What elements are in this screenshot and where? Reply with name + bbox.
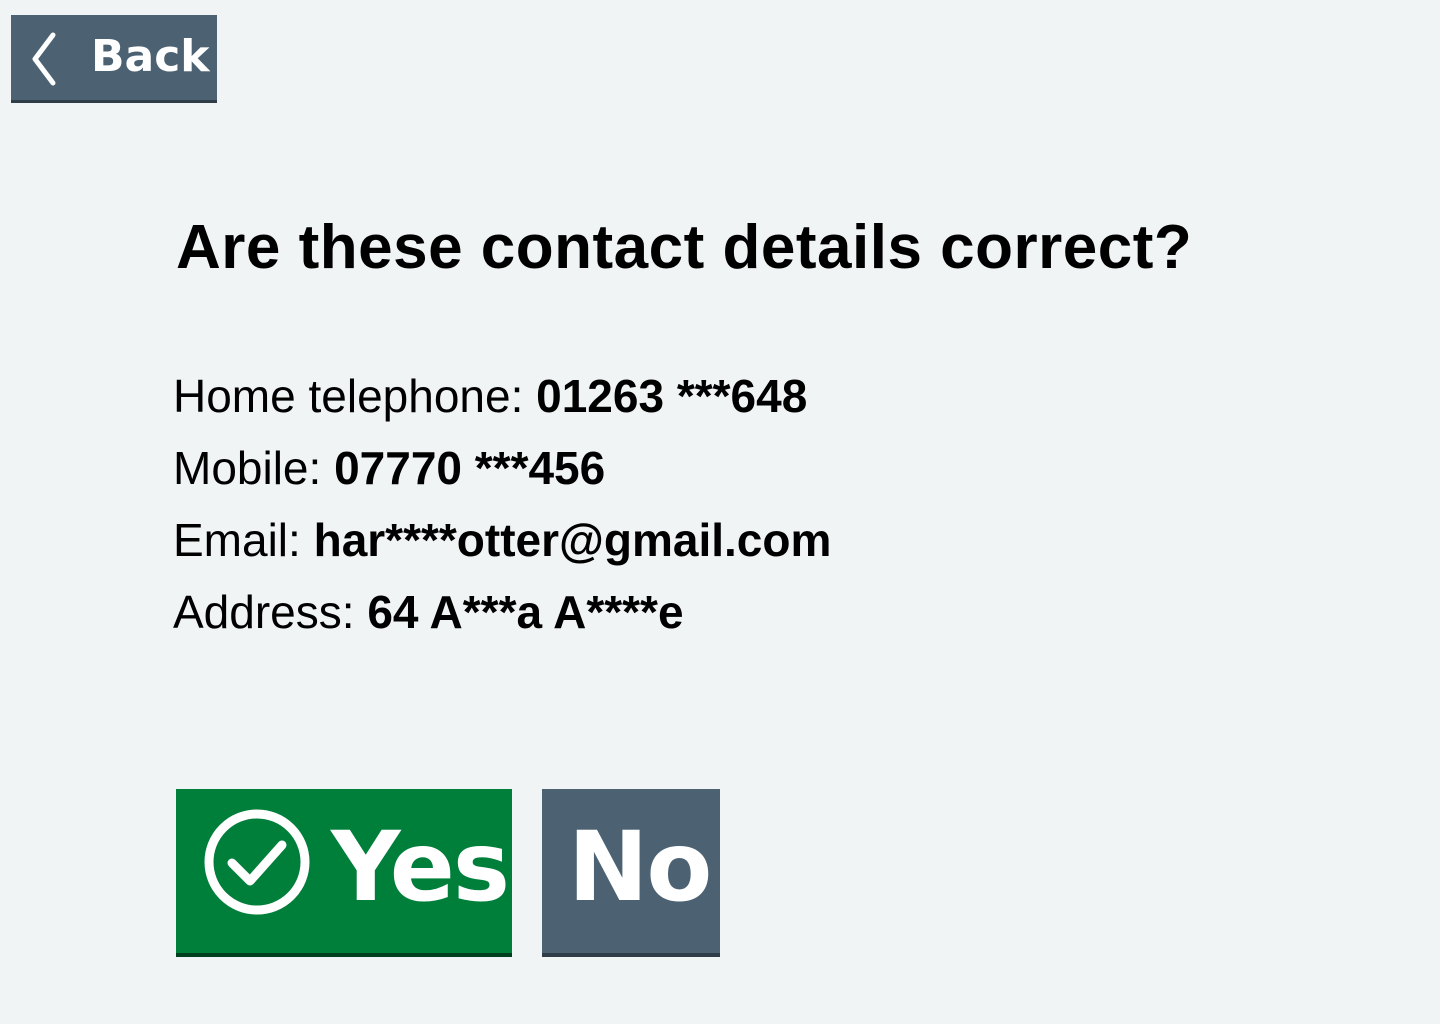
- yes-button-label: Yes: [331, 811, 510, 923]
- yes-button[interactable]: Yes: [176, 789, 512, 957]
- detail-value: 64 A***a A****e: [367, 586, 684, 638]
- detail-label: Mobile:: [173, 442, 322, 494]
- detail-label: Home telephone:: [173, 370, 524, 422]
- detail-email: Email: har****otter@gmail.com: [173, 504, 831, 576]
- back-button[interactable]: Back: [11, 15, 217, 103]
- detail-value: har****otter@gmail.com: [313, 514, 832, 566]
- no-button[interactable]: No: [542, 789, 720, 957]
- no-button-label: No: [568, 811, 712, 923]
- check-circle-icon: [204, 809, 310, 915]
- detail-home-telephone: Home telephone: 01263 ***648: [173, 360, 831, 432]
- back-button-label: Back: [91, 31, 210, 82]
- contact-details-list: Home telephone: 01263 ***648 Mobile: 077…: [173, 360, 831, 648]
- detail-value: 01263 ***648: [536, 370, 808, 422]
- detail-value: 07770 ***456: [334, 442, 606, 494]
- detail-address: Address: 64 A***a A****e: [173, 576, 831, 648]
- detail-mobile: Mobile: 07770 ***456: [173, 432, 831, 504]
- detail-label: Address:: [173, 586, 355, 638]
- chevron-left-icon: [32, 32, 56, 86]
- detail-label: Email:: [173, 514, 301, 566]
- page-title: Are these contact details correct?: [176, 213, 1193, 282]
